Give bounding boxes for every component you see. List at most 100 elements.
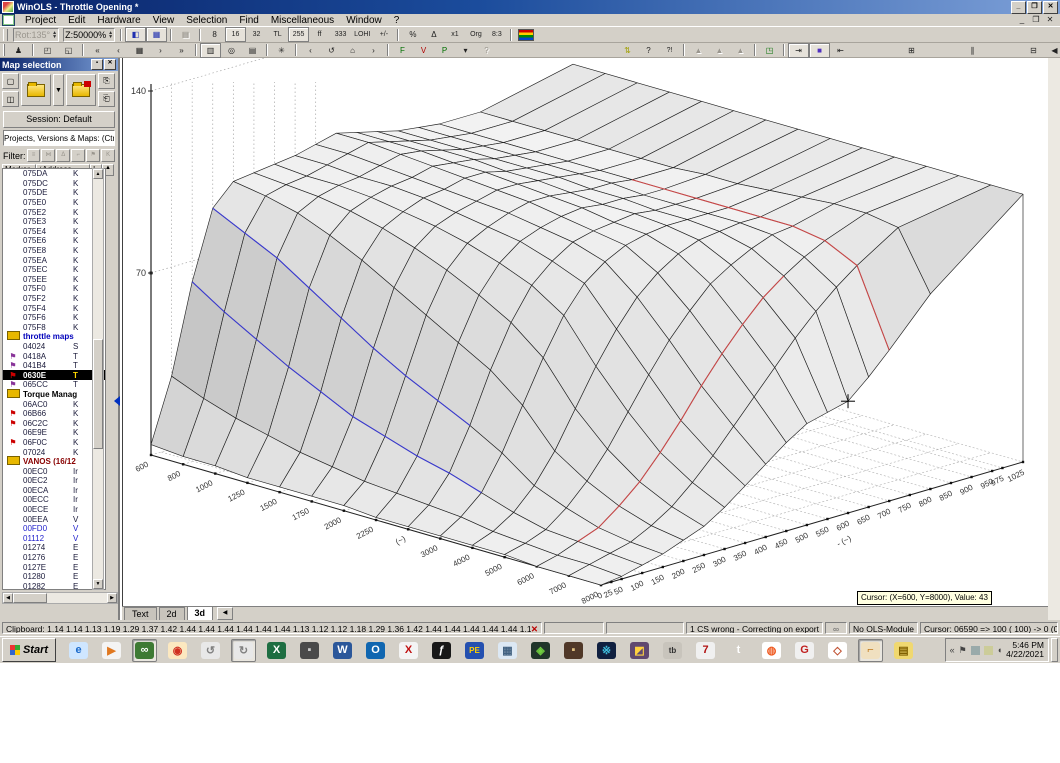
properties-button[interactable]: ♟ (8, 43, 29, 58)
home-button[interactable]: ⌂ (342, 43, 363, 58)
new-project-button[interactable]: ▢ (2, 73, 19, 89)
tray-chevron-icon[interactable]: « (950, 645, 955, 655)
calculator-icon[interactable]: ▦ (495, 639, 520, 662)
panel-collapse-arrow[interactable] (114, 396, 120, 406)
map-row[interactable]: 01280 E (3, 572, 105, 582)
map-row[interactable]: 00FD0 V (3, 524, 105, 534)
import-file-button[interactable] (66, 74, 96, 106)
map-list-vertical-scrollbar[interactable]: ▲ ▼ (92, 168, 104, 590)
mdi-close-button[interactable]: ✕ (1044, 15, 1056, 25)
potential-map-search-button[interactable]: ✳ (271, 43, 292, 58)
color-scale-button[interactable] (515, 27, 537, 42)
map-window-scroll-area[interactable] (1048, 58, 1060, 620)
map-row[interactable]: ⚑ 06B66 K (3, 409, 105, 419)
map-row[interactable]: ⚑ 06C2C K (3, 418, 105, 428)
map-3d-view[interactable]: 140 70 600 800 1000 1250 1500 1750 2000 2250 (~) 30… (122, 0, 1049, 606)
map-folder-row[interactable]: Torque Manag (3, 388, 105, 400)
tab-scroll-left-button[interactable]: ◀ (217, 607, 234, 620)
tab-2d[interactable]: 2d (158, 607, 185, 620)
8bit-button[interactable]: 8 (204, 27, 225, 42)
close-button[interactable]: ✕ (1043, 0, 1058, 14)
zoom-spinner[interactable]: Z:50000% ▲ ▼ (63, 27, 116, 42)
window-new-button[interactable]: ◱ (58, 43, 79, 58)
map-folder-row[interactable]: VANOS (16/12 (3, 456, 105, 467)
toolbar-grip-2[interactable] (3, 44, 5, 56)
thunderbird-icon[interactable]: t (726, 639, 751, 662)
rotation-spinner[interactable]: Rot:135° ▲ ▼ (13, 27, 60, 42)
map-list[interactable]: 075DA K 075DC K 075DE K 075E0 K 075E2 K 075E3 K 075E… (2, 168, 106, 590)
map-row[interactable]: 06AC0 K (3, 399, 105, 409)
statistics3-button[interactable]: ▲ (730, 43, 751, 58)
filter-kx-button[interactable]: K (101, 149, 116, 162)
scope-dropdown[interactable]: Projects, Versions & Maps: (Ctrl ▼ (3, 130, 115, 146)
map-row[interactable]: 00ECE Ir (3, 505, 105, 515)
map-list-horizontal-scrollbar[interactable]: ◀ ▶ (2, 592, 118, 604)
help-button[interactable]: ? (638, 43, 659, 58)
winols-icon[interactable]: ∞ (132, 638, 157, 662)
chip-prog-icon[interactable]: ▪ (561, 639, 586, 662)
map-row[interactable]: ⚑ 041B4 T (3, 361, 105, 371)
tray-clock[interactable]: 5:46 PM 4/22/2021 (1006, 641, 1044, 659)
map-row[interactable]: ⚑ 06F0C K (3, 438, 105, 448)
map-row[interactable]: 06E9E K (3, 428, 105, 438)
map-row[interactable]: 01282 E (3, 582, 105, 589)
chrome-icon[interactable]: ◉ (165, 639, 190, 662)
last-map-button[interactable]: » (171, 43, 192, 58)
zoom-spin-arrows[interactable]: ▲ ▼ (108, 30, 113, 39)
map-row[interactable]: 075E3 K (3, 217, 105, 227)
horizontal-scroll-thumb[interactable] (13, 593, 47, 603)
eeprom-chip-icon[interactable]: ▪ (297, 639, 322, 662)
filter-folder-button[interactable]: ⌐ (71, 149, 86, 162)
mdi-child-icon[interactable] (2, 14, 15, 26)
restore-button[interactable]: ❐ (1027, 0, 1042, 14)
next-map-button[interactable]: › (150, 43, 171, 58)
map-selection-button[interactable]: ▥ (200, 42, 221, 58)
add-version-button[interactable]: ⎗ (98, 91, 115, 107)
surface-plot[interactable]: 140 70 600 800 1000 1250 1500 1750 2000 2250 (~) 30… (123, 0, 1049, 606)
rotation-spin-arrows[interactable]: ▲ ▼ (52, 30, 57, 39)
map-row[interactable]: 01276 E (3, 553, 105, 563)
tray-flag-icon[interactable]: ⚑ (959, 645, 967, 656)
excel-icon[interactable]: X (264, 639, 289, 662)
photo-app-icon[interactable]: ◩ (627, 639, 652, 662)
open-project-button[interactable] (21, 74, 51, 106)
filter-delta-button[interactable]: Δ (56, 149, 71, 162)
session-button[interactable]: Session: Default (3, 111, 115, 128)
tab-text[interactable]: Text (124, 607, 157, 620)
statistics-button[interactable]: ▲ (688, 43, 709, 58)
media-player-icon[interactable]: ▶ (99, 639, 124, 662)
context-help-button[interactable]: ?! (659, 43, 680, 58)
word-icon[interactable]: W (330, 639, 355, 662)
tray-message-icon[interactable] (983, 645, 993, 655)
original-button[interactable]: Org (465, 27, 486, 42)
menu-hardware[interactable]: Hardware (91, 14, 146, 27)
menu-view[interactable]: View (147, 14, 181, 27)
map-row[interactable]: ⚑ 0418A T (3, 351, 105, 361)
window-restore-button[interactable]: ◰ (37, 43, 58, 58)
map-row[interactable]: 00ECA Ir (3, 486, 105, 496)
map-row[interactable]: 075F4 K (3, 303, 105, 313)
filter-size-button[interactable]: ⋈ (41, 149, 56, 162)
preview-button[interactable]: ◎ (221, 43, 242, 58)
previous-map-button[interactable]: ‹ (108, 43, 129, 58)
internet-explorer-icon[interactable]: e (66, 639, 91, 662)
map-row[interactable]: 00EC0 Ir (3, 466, 105, 476)
family-button[interactable]: F (392, 43, 413, 58)
math-tool-icon[interactable]: ƒ (429, 639, 454, 662)
tray-volume-icon[interactable]: ◖ (997, 645, 1002, 655)
tile-vertical-button[interactable]: ∥ (962, 43, 983, 58)
scroll-up-arrow[interactable]: ▲ (93, 169, 103, 179)
brave-icon[interactable]: ◍ (759, 639, 784, 662)
outlook-icon[interactable]: O (363, 639, 388, 662)
difference-button[interactable]: Δ (423, 27, 444, 42)
ratio-button[interactable]: 8:3 (486, 27, 507, 42)
checksum-button[interactable]: ⇅ (617, 43, 638, 58)
backup-sync2-icon[interactable]: ↻ (231, 638, 256, 662)
start-button[interactable]: Start (2, 638, 56, 662)
map-row[interactable]: 075E2 K (3, 207, 105, 217)
panel-close-button[interactable]: ✕ (104, 59, 116, 70)
map-row[interactable]: 00EEA V (3, 514, 105, 524)
decimal-view-button[interactable]: 255 (288, 27, 310, 42)
statistics2-button[interactable]: ▲ (709, 43, 730, 58)
map-viewer-icon[interactable]: ◈ (528, 639, 553, 662)
